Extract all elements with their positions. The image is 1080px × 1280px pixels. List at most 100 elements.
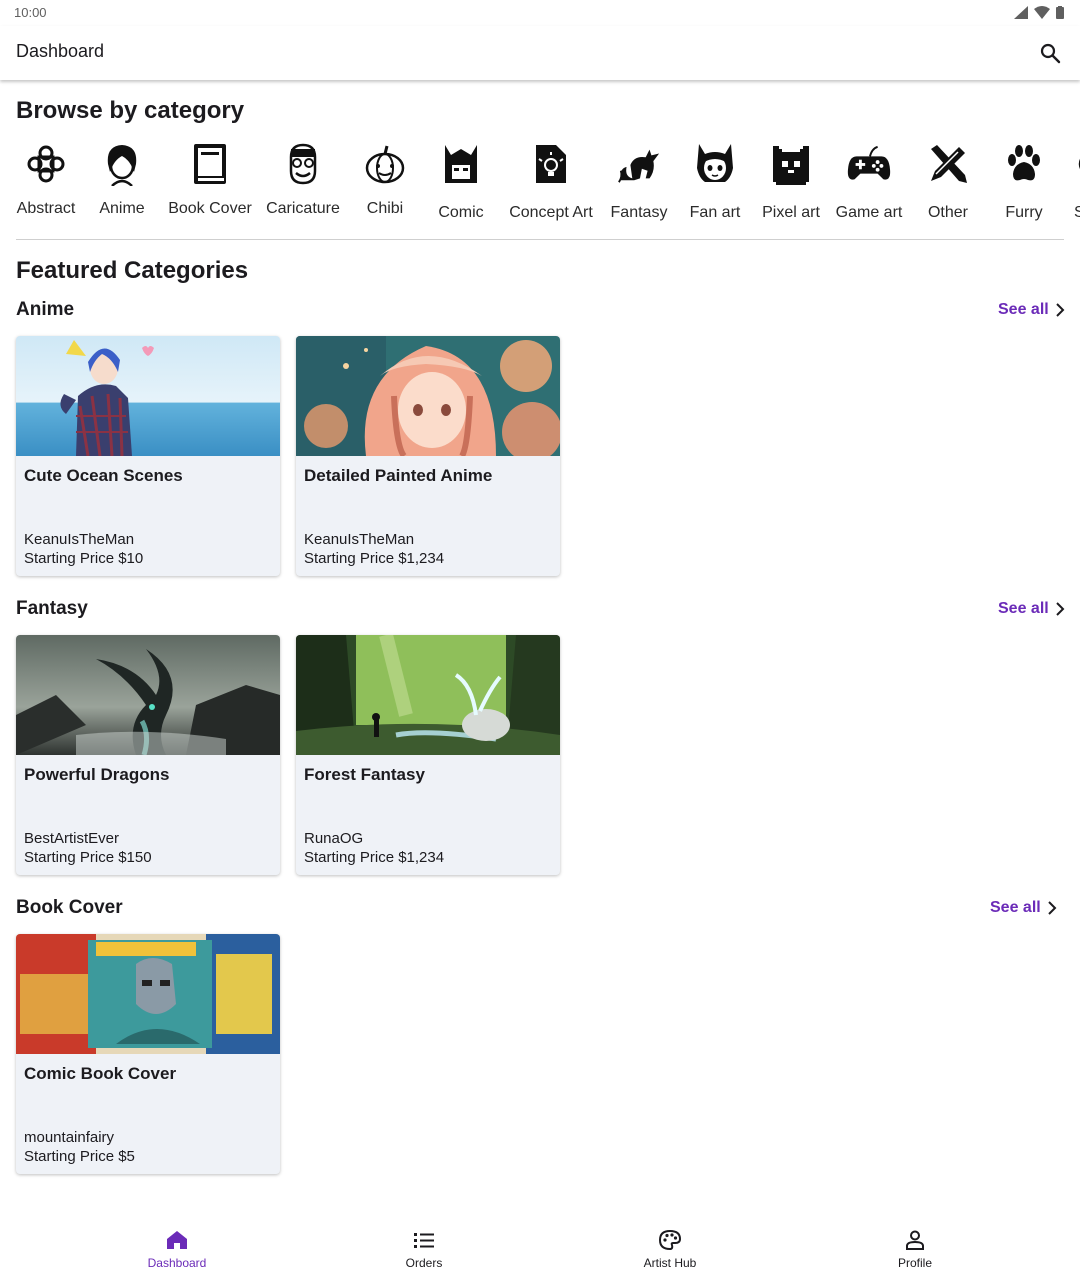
category-label: Comic <box>438 204 484 221</box>
group-title-fantasy: Fantasy <box>16 598 88 619</box>
card-title: Powerful Dragons <box>24 765 170 784</box>
pencil-cross-icon <box>926 140 970 188</box>
list-icon <box>414 1233 434 1248</box>
card-detailed-painted-anime[interactable]: Detailed Painted Anime KeanuIsTheMan Sta… <box>296 336 560 576</box>
see-all-book-cover-link[interactable]: See all <box>990 899 1057 917</box>
category-chibi[interactable]: Chibi <box>362 140 408 218</box>
card-powerful-dragons[interactable]: Powerful Dragons BestArtistEver Starting… <box>16 635 280 875</box>
category-fantasy[interactable]: Fantasy <box>610 140 668 222</box>
category-label: Concept Art <box>509 204 593 221</box>
person-icon <box>906 1230 924 1250</box>
partial-icon <box>1061 140 1080 188</box>
category-partial[interactable]: S <box>1068 140 1080 222</box>
nav-profile[interactable]: Profile <box>855 1230 975 1270</box>
category-pixel-art[interactable]: Pixel art <box>760 140 822 222</box>
card-artist: mountainfairy <box>24 1129 115 1146</box>
category-label: Book Cover <box>168 200 252 217</box>
page-title: Dashboard <box>16 41 105 61</box>
divider <box>16 239 1064 240</box>
abstract-knot-icon <box>24 140 68 188</box>
card-image <box>296 635 560 755</box>
app-bar: Dashboard <box>0 26 1080 80</box>
palette-icon <box>659 1230 681 1250</box>
category-label: Fan art <box>689 204 741 221</box>
dragon-icon <box>617 140 661 188</box>
nav-label: Artist Hub <box>643 1256 697 1270</box>
bottom-navigation: Dashboard Orders Artist Hub Profile <box>0 1210 1080 1280</box>
card-title: Cute Ocean Scenes <box>24 466 183 485</box>
card-price: Starting Price $150 <box>24 849 152 866</box>
category-label: Fantasy <box>610 204 668 221</box>
search-icon[interactable] <box>1038 41 1062 65</box>
category-label: Caricature <box>266 200 340 217</box>
category-other[interactable]: Other <box>922 140 974 222</box>
category-label: Game art <box>835 204 903 221</box>
paw-icon <box>1002 140 1046 188</box>
card-artist: KeanuIsTheMan <box>304 531 415 548</box>
category-concept-art[interactable]: Concept Art <box>508 140 594 222</box>
status-icons <box>1014 6 1064 19</box>
anime-face-icon <box>100 140 144 188</box>
card-image <box>16 336 280 457</box>
category-label: Other <box>927 204 968 221</box>
see-all-anime-link[interactable]: See all <box>998 301 1065 319</box>
card-price: Starting Price $1,234 <box>304 550 445 567</box>
card-image <box>16 635 280 756</box>
browse-title: Browse by category <box>16 97 245 124</box>
category-label: Anime <box>99 200 145 217</box>
card-title: Detailed Painted Anime <box>304 466 493 485</box>
category-game-art[interactable]: Game art <box>836 140 902 222</box>
battery-icon <box>1056 6 1064 19</box>
nav-orders[interactable]: Orders <box>364 1230 484 1270</box>
group-title-book-cover: Book Cover <box>16 897 123 918</box>
category-label: S <box>1074 204 1080 221</box>
see-all-label: See all <box>998 600 1049 617</box>
category-comic[interactable]: Comic <box>436 140 486 222</box>
card-price: Starting Price $10 <box>24 550 144 567</box>
category-label: Chibi <box>366 200 404 217</box>
chevron-right-icon <box>1047 901 1057 915</box>
card-price: Starting Price $5 <box>24 1148 135 1165</box>
category-furry[interactable]: Furry <box>998 140 1050 222</box>
chevron-right-icon <box>1055 303 1065 317</box>
wifi-icon <box>1034 6 1050 19</box>
category-book-cover[interactable]: Book Cover <box>168 140 252 218</box>
category-fan-art[interactable]: Fan art <box>688 140 742 222</box>
nav-label: Orders <box>405 1256 443 1270</box>
see-all-label: See all <box>990 899 1041 916</box>
card-artist: KeanuIsTheMan <box>24 531 135 548</box>
nav-label: Dashboard <box>147 1256 207 1270</box>
chevron-right-icon <box>1055 602 1065 616</box>
signal-icon <box>1014 6 1028 19</box>
comic-helmet-icon <box>439 140 483 188</box>
card-image <box>16 934 280 1054</box>
book-icon <box>188 140 232 188</box>
card-image <box>296 336 560 462</box>
nav-artist-hub[interactable]: Artist Hub <box>610 1230 730 1270</box>
nav-label: Profile <box>897 1256 932 1270</box>
card-title: Forest Fantasy <box>304 765 425 784</box>
category-row[interactable]: Abstract Anime Book Cover Caricature Chi… <box>0 140 1080 230</box>
card-price: Starting Price $1,234 <box>304 849 445 866</box>
nav-dashboard[interactable]: Dashboard <box>117 1230 237 1270</box>
idea-document-icon <box>529 140 573 188</box>
pumpkin-icon <box>363 140 407 188</box>
category-label: Pixel art <box>762 204 820 221</box>
see-all-label: See all <box>998 301 1049 318</box>
category-caricature[interactable]: Caricature <box>266 140 340 218</box>
caricature-face-icon <box>281 140 325 188</box>
featured-title: Featured Categories <box>16 257 249 284</box>
cat-girl-icon <box>693 140 737 188</box>
card-title: Comic Book Cover <box>24 1064 177 1083</box>
category-anime[interactable]: Anime <box>96 140 148 218</box>
category-label: Abstract <box>16 200 76 217</box>
home-icon <box>167 1231 187 1249</box>
pixel-cat-icon <box>769 140 813 188</box>
card-cute-ocean-scenes[interactable]: Cute Ocean Scenes KeanuIsTheMan Starting… <box>16 336 280 576</box>
card-comic-book-cover[interactable]: Comic Book Cover mountainfairy Starting … <box>16 934 280 1174</box>
status-bar: 10:00 <box>0 0 1080 26</box>
card-forest-fantasy[interactable]: Forest Fantasy RunaOG Starting Price $1,… <box>296 635 560 875</box>
category-abstract[interactable]: Abstract <box>16 140 76 218</box>
group-title-anime: Anime <box>16 299 75 320</box>
see-all-fantasy-link[interactable]: See all <box>998 600 1065 618</box>
